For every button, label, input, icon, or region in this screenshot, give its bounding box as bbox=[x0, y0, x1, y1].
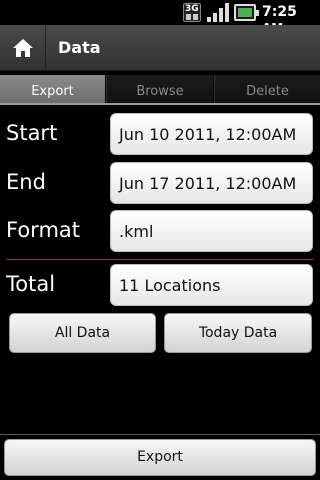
clock-time: 7:25 bbox=[262, 4, 297, 20]
network-label: 3G bbox=[185, 4, 199, 14]
section-divider bbox=[6, 259, 314, 260]
all-data-button[interactable]: All Data bbox=[9, 313, 156, 353]
format-label: Format bbox=[6, 218, 81, 242]
start-label: Start bbox=[6, 121, 58, 145]
tab-underline bbox=[0, 103, 320, 105]
end-label: End bbox=[6, 170, 46, 194]
status-bar: 3G 7:25 AM bbox=[0, 0, 320, 35]
export-button[interactable]: Export bbox=[4, 439, 316, 476]
tab-delete[interactable]: Delete bbox=[214, 75, 320, 104]
format-field[interactable]: .kml bbox=[110, 210, 313, 252]
home-button[interactable] bbox=[0, 25, 46, 71]
today-data-button[interactable]: Today Data bbox=[164, 313, 312, 353]
signal-strength-icon bbox=[207, 3, 229, 22]
tab-export[interactable]: Export bbox=[0, 75, 105, 104]
title-bar: Data bbox=[0, 25, 320, 71]
network-3g-icon: 3G bbox=[183, 3, 201, 22]
battery-icon bbox=[234, 4, 259, 21]
end-date-field[interactable]: Jun 17 2011, 12:00AM bbox=[110, 162, 313, 204]
total-label: Total bbox=[6, 272, 56, 296]
home-icon bbox=[13, 39, 33, 57]
total-field: 11 Locations bbox=[110, 264, 313, 306]
tab-bar: Export Browse Delete bbox=[0, 75, 320, 105]
page-title: Data bbox=[58, 38, 101, 57]
start-date-field[interactable]: Jun 10 2011, 12:00AM bbox=[110, 113, 313, 155]
tab-browse[interactable]: Browse bbox=[106, 75, 213, 104]
bottom-divider bbox=[0, 434, 320, 435]
